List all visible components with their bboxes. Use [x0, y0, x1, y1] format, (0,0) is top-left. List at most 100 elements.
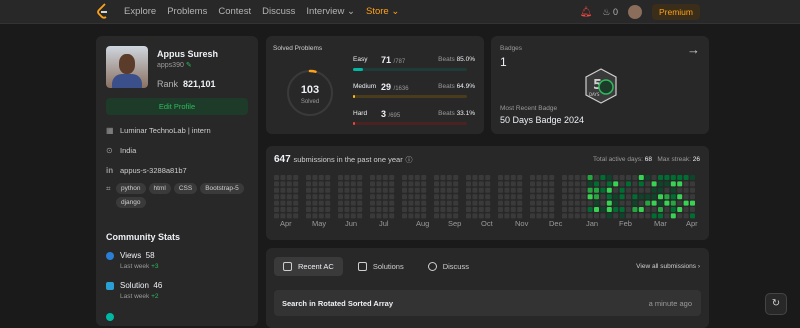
- heatmap-cell[interactable]: [344, 207, 350, 212]
- heatmap-cell[interactable]: [472, 207, 478, 212]
- heatmap-cell[interactable]: [549, 213, 555, 219]
- heatmap-cell[interactable]: [498, 207, 503, 212]
- edit-profile-button[interactable]: Edit Profile: [106, 98, 248, 115]
- heatmap-cell[interactable]: [645, 187, 651, 193]
- heatmap-cell[interactable]: [645, 194, 651, 200]
- heatmap-cell[interactable]: [370, 207, 375, 212]
- heatmap-cell[interactable]: [472, 200, 478, 206]
- heatmap-cell[interactable]: [331, 194, 337, 200]
- heatmap-cell[interactable]: [293, 213, 299, 219]
- heatmap-cell[interactable]: [677, 200, 683, 206]
- arrow-right-icon[interactable]: →: [687, 42, 700, 57]
- heatmap-cell[interactable]: [350, 213, 356, 219]
- heatmap-cell[interactable]: [274, 194, 279, 200]
- nav-problems[interactable]: Problems: [167, 6, 207, 17]
- heatmap-cell[interactable]: [632, 187, 638, 193]
- heatmap-cell[interactable]: [395, 187, 401, 193]
- heatmap-cell[interactable]: [651, 194, 657, 200]
- heatmap-cell[interactable]: [427, 200, 433, 206]
- heatmap-cell[interactable]: [466, 207, 471, 212]
- heatmap-cell[interactable]: [478, 181, 484, 187]
- heatmap-cell[interactable]: [421, 207, 427, 212]
- heatmap-cell[interactable]: [440, 175, 446, 180]
- heatmap-cell[interactable]: [504, 181, 510, 187]
- heatmap-cell[interactable]: [536, 175, 542, 180]
- heatmap-cell[interactable]: [568, 181, 574, 187]
- heatmap-cell[interactable]: [472, 175, 478, 180]
- heatmap-cell[interactable]: [677, 181, 683, 187]
- heatmap-cell[interactable]: [664, 181, 670, 187]
- heatmap-cell[interactable]: [395, 213, 401, 219]
- heatmap-cell[interactable]: [466, 187, 471, 193]
- heatmap-cell[interactable]: [312, 181, 318, 187]
- heatmap-cell[interactable]: [299, 207, 305, 212]
- heatmap-cell[interactable]: [491, 181, 497, 187]
- heatmap-cell[interactable]: [427, 181, 433, 187]
- heatmap-cell[interactable]: [645, 207, 651, 212]
- heatmap-cell[interactable]: [344, 181, 350, 187]
- view-all-submissions-link[interactable]: View all submissions ›: [636, 263, 700, 270]
- heatmap-cell[interactable]: [549, 207, 555, 212]
- heatmap-cell[interactable]: [690, 213, 695, 219]
- heatmap-cell[interactable]: [389, 181, 395, 187]
- heatmap-cell[interactable]: [357, 187, 363, 193]
- heatmap-cell[interactable]: [338, 207, 343, 212]
- heatmap-cell[interactable]: [587, 181, 593, 187]
- heatmap-cell[interactable]: [370, 194, 375, 200]
- heatmap-cell[interactable]: [683, 194, 689, 200]
- heatmap-cell[interactable]: [498, 194, 503, 200]
- heatmap-cell[interactable]: [664, 200, 670, 206]
- heatmap-cell[interactable]: [632, 181, 638, 187]
- heatmap-cell[interactable]: [363, 187, 369, 193]
- heatmap-cell[interactable]: [562, 181, 567, 187]
- heatmap-cell[interactable]: [299, 200, 305, 206]
- heatmap-cell[interactable]: [690, 200, 695, 206]
- heatmap-cell[interactable]: [421, 213, 427, 219]
- heatmap-cell[interactable]: [574, 207, 580, 212]
- heatmap-cell[interactable]: [581, 207, 587, 212]
- heatmap-cell[interactable]: [658, 194, 663, 200]
- heatmap-cell[interactable]: [638, 181, 644, 187]
- heatmap-cell[interactable]: [306, 213, 311, 219]
- heatmap-cell[interactable]: [440, 213, 446, 219]
- heatmap-cell[interactable]: [331, 207, 337, 212]
- heatmap-cell[interactable]: [427, 207, 433, 212]
- heatmap-cell[interactable]: [491, 194, 497, 200]
- heatmap-cell[interactable]: [318, 175, 324, 180]
- heatmap-cell[interactable]: [504, 187, 510, 193]
- heatmap-cell[interactable]: [446, 207, 452, 212]
- heatmap-cell[interactable]: [542, 200, 548, 206]
- heatmap-cell[interactable]: [670, 181, 676, 187]
- heatmap-cell[interactable]: [370, 213, 375, 219]
- heatmap-cell[interactable]: [581, 213, 587, 219]
- heatmap-cell[interactable]: [638, 200, 644, 206]
- heatmap-cell[interactable]: [581, 175, 587, 180]
- heatmap-cell[interactable]: [638, 187, 644, 193]
- heatmap-cell[interactable]: [555, 187, 561, 193]
- heatmap-cell[interactable]: [510, 194, 516, 200]
- heatmap-cell[interactable]: [408, 181, 414, 187]
- heatmap-cell[interactable]: [510, 200, 516, 206]
- heatmap-cell[interactable]: [613, 194, 619, 200]
- heatmap-cell[interactable]: [555, 207, 561, 212]
- heatmap-cell[interactable]: [690, 175, 695, 180]
- heatmap-cell[interactable]: [312, 200, 318, 206]
- heatmap-cell[interactable]: [632, 175, 638, 180]
- heatmap-cell[interactable]: [478, 194, 484, 200]
- heatmap-cell[interactable]: [280, 207, 286, 212]
- heatmap-cell[interactable]: [478, 175, 484, 180]
- heatmap-cell[interactable]: [466, 181, 471, 187]
- heatmap-cell[interactable]: [626, 194, 631, 200]
- heatmap-cell[interactable]: [587, 207, 593, 212]
- heatmap-cell[interactable]: [363, 200, 369, 206]
- skill-tag[interactable]: python: [116, 183, 146, 194]
- heatmap-cell[interactable]: [517, 181, 523, 187]
- heatmap-cell[interactable]: [626, 200, 631, 206]
- heatmap-cell[interactable]: [606, 187, 612, 193]
- heatmap-cell[interactable]: [677, 187, 683, 193]
- heatmap-cell[interactable]: [402, 194, 407, 200]
- heatmap-cell[interactable]: [664, 187, 670, 193]
- heatmap-cell[interactable]: [286, 194, 292, 200]
- heatmap-cell[interactable]: [555, 181, 561, 187]
- heatmap-cell[interactable]: [498, 213, 503, 219]
